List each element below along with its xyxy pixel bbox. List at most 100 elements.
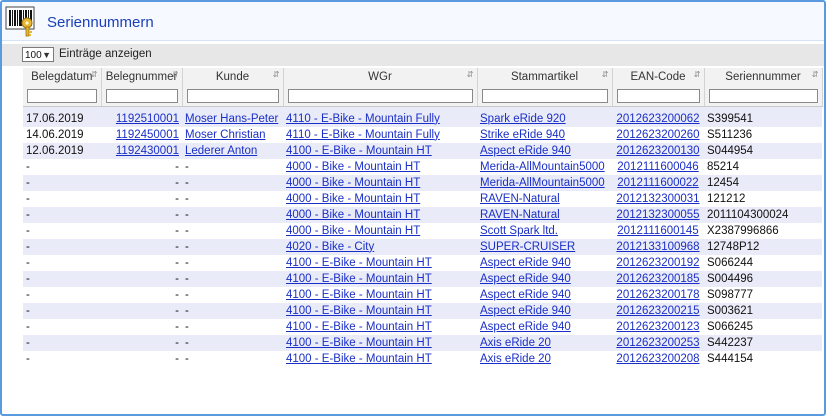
cell-kunde[interactable]: Moser Hans-Peter	[182, 106, 283, 127]
title-bar: Seriennummern	[2, 2, 824, 41]
cell-ean-code[interactable]: 2012111600046	[612, 159, 704, 175]
cell-ean-code[interactable]: 2012623200260	[612, 127, 704, 143]
cell-kunde: -	[182, 303, 283, 319]
cell-stammartikel[interactable]: Aspect eRide 940	[477, 319, 612, 335]
cell-ean-code[interactable]: 2012623200185	[612, 271, 704, 287]
column-header-stammartikel[interactable]: Stammartikel ⇵	[477, 68, 613, 85]
sort-icon: ⇵	[693, 70, 701, 79]
cell-ean-code[interactable]: 2012133100968	[612, 239, 704, 255]
cell-ean-code[interactable]: 2012111600022	[612, 175, 704, 191]
cell-wgr[interactable]: 4100 - E-Bike - Mountain HT	[283, 335, 477, 351]
cell-stammartikel[interactable]: Strike eRide 940	[477, 127, 612, 143]
cell-ean-code[interactable]: 2012623200178	[612, 287, 704, 303]
filter-input-seriennummer[interactable]	[708, 88, 818, 103]
filter-input-wgr[interactable]	[287, 88, 473, 103]
cell-seriennummer: S399541	[704, 106, 822, 127]
cell-wgr[interactable]: 4100 - E-Bike - Mountain HT	[283, 271, 477, 287]
table-row: - - -4100 - E-Bike - Mountain HT Axis eRide…	[23, 351, 822, 367]
cell-wgr[interactable]: 4000 - Bike - Mountain HT	[283, 175, 477, 191]
cell-stammartikel[interactable]: Aspect eRide 940	[477, 143, 612, 159]
cell-stammartikel[interactable]: RAVEN-Natural	[477, 207, 612, 223]
cell-belegnummer: -	[101, 255, 182, 271]
cell-wgr[interactable]: 4000 - Bike - Mountain HT	[283, 223, 477, 239]
cell-ean-code[interactable]: 2012111600145	[612, 223, 704, 239]
filter-input-belegnummer[interactable]	[105, 88, 178, 103]
cell-belegnummer[interactable]: 1192450001	[101, 127, 182, 143]
cell-wgr[interactable]: 4100 - E-Bike - Mountain HT	[283, 319, 477, 335]
cell-belegdatum: 12.06.2019	[23, 143, 101, 159]
cell-seriennummer: S066245	[704, 319, 822, 335]
filter-input-stammartikel[interactable]	[481, 88, 608, 103]
column-header-belegnummer[interactable]: Belegnummer ⇵	[101, 68, 183, 85]
sort-icon: ⇵	[466, 70, 474, 79]
header-row: Belegdatum ⇵ Belegnummer ⇵ Kunde ⇵ WGr ⇵ Sta…	[23, 68, 823, 85]
cell-ean-code[interactable]: 2012132300031	[612, 191, 704, 207]
cell-wgr[interactable]: 4100 - E-Bike - Mountain HT	[283, 287, 477, 303]
filter-input-belegdatum[interactable]	[27, 88, 97, 103]
cell-seriennummer: S066244	[704, 255, 822, 271]
cell-stammartikel[interactable]: Merida-AllMountain5000	[477, 159, 612, 175]
column-header-kunde[interactable]: Kunde ⇵	[182, 68, 284, 85]
cell-belegnummer: -	[101, 223, 182, 239]
cell-belegdatum: -	[23, 303, 101, 319]
page-length-value: 100	[25, 50, 42, 61]
cell-stammartikel[interactable]: Scott Spark ltd.	[477, 223, 612, 239]
cell-wgr[interactable]: 4110 - E-Bike - Mountain Fully	[283, 106, 477, 127]
cell-belegnummer: -	[101, 335, 182, 351]
cell-wgr[interactable]: 4100 - E-Bike - Mountain HT	[283, 255, 477, 271]
cell-seriennummer: S098777	[704, 287, 822, 303]
cell-stammartikel[interactable]: SUPER-CRUISER	[477, 239, 612, 255]
page-length-select[interactable]: 100 ▼	[22, 47, 54, 62]
cell-stammartikel[interactable]: Axis eRide 20	[477, 335, 612, 351]
cell-stammartikel[interactable]: Spark eRide 920	[477, 106, 612, 127]
column-header-belegdatum[interactable]: Belegdatum ⇵	[23, 68, 102, 85]
filter-input-kunde[interactable]	[186, 88, 279, 103]
cell-seriennummer: 121212	[704, 191, 822, 207]
serial-numbers-window: Seriennummern 100 ▼ Einträge anzeigen Be…	[0, 0, 826, 416]
column-header-ean-code[interactable]: EAN-Code ⇵	[612, 68, 705, 85]
cell-stammartikel[interactable]: Aspect eRide 940	[477, 271, 612, 287]
filter-input-ean-code[interactable]	[616, 88, 700, 103]
cell-wgr[interactable]: 4100 - E-Bike - Mountain HT	[283, 351, 477, 367]
cell-ean-code[interactable]: 2012623200253	[612, 335, 704, 351]
cell-ean-code[interactable]: 2012623200062	[612, 106, 704, 127]
cell-stammartikel[interactable]: Merida-AllMountain5000	[477, 175, 612, 191]
table-body: 17.06.2019 1192510001 Moser Hans-Peter 4110…	[23, 106, 822, 367]
cell-ean-code[interactable]: 2012623200123	[612, 319, 704, 335]
cell-ean-code[interactable]: 2012623200208	[612, 351, 704, 367]
cell-belegnummer: -	[101, 271, 182, 287]
cell-belegdatum: -	[23, 351, 101, 367]
cell-wgr[interactable]: 4000 - Bike - Mountain HT	[283, 207, 477, 223]
cell-stammartikel[interactable]: Aspect eRide 940	[477, 287, 612, 303]
column-header-seriennummer[interactable]: Seriennummer ⇵	[704, 68, 823, 85]
table-row: 14.06.2019 1192450001 Moser Christian 4110 …	[23, 127, 822, 143]
cell-kunde: -	[182, 159, 283, 175]
cell-stammartikel[interactable]: Aspect eRide 940	[477, 303, 612, 319]
cell-stammartikel[interactable]: RAVEN-Natural	[477, 191, 612, 207]
chevron-down-icon: ▼	[42, 50, 51, 60]
cell-belegnummer: -	[101, 303, 182, 319]
cell-wgr[interactable]: 4100 - E-Bike - Mountain HT	[283, 143, 477, 159]
cell-kunde: -	[182, 319, 283, 335]
cell-belegnummer[interactable]: 1192430001	[101, 143, 182, 159]
table-row: - - -4100 - E-Bike - Mountain HT Aspect eRi…	[23, 255, 822, 271]
cell-wgr[interactable]: 4110 - E-Bike - Mountain Fully	[283, 127, 477, 143]
cell-belegnummer[interactable]: 1192510001	[101, 106, 182, 127]
cell-ean-code[interactable]: 2012623200192	[612, 255, 704, 271]
cell-belegdatum: -	[23, 175, 101, 191]
cell-wgr[interactable]: 4000 - Bike - Mountain HT	[283, 191, 477, 207]
cell-kunde[interactable]: Moser Christian	[182, 127, 283, 143]
cell-wgr[interactable]: 4100 - E-Bike - Mountain HT	[283, 303, 477, 319]
cell-stammartikel[interactable]: Aspect eRide 940	[477, 255, 612, 271]
column-header-wgr[interactable]: WGr ⇵	[283, 68, 478, 85]
table-toolbar: 100 ▼ Einträge anzeigen	[2, 44, 824, 66]
cell-wgr[interactable]: 4000 - Bike - Mountain HT	[283, 159, 477, 175]
cell-ean-code[interactable]: 2012623200130	[612, 143, 704, 159]
table-row: - - -4000 - Bike - Mountain HT Merida-AllMo…	[23, 159, 822, 175]
cell-ean-code[interactable]: 2012623200215	[612, 303, 704, 319]
serial-numbers-table: Belegdatum ⇵ Belegnummer ⇵ Kunde ⇵ WGr ⇵ Sta…	[23, 68, 823, 367]
cell-kunde[interactable]: Lederer Anton	[182, 143, 283, 159]
cell-wgr[interactable]: 4020 - Bike - City	[283, 239, 477, 255]
cell-stammartikel[interactable]: Axis eRide 20	[477, 351, 612, 367]
cell-ean-code[interactable]: 2012132300055	[612, 207, 704, 223]
